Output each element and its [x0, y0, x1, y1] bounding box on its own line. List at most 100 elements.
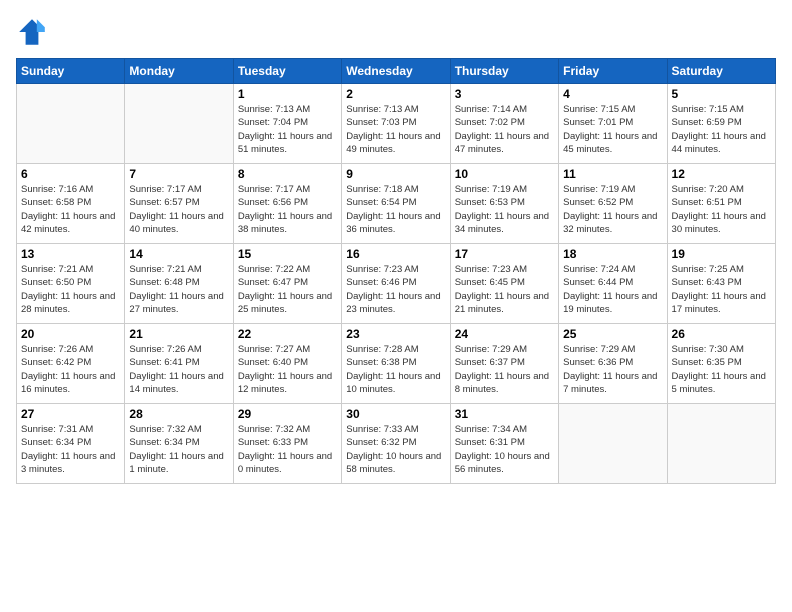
day-info-text: Sunset: 6:37 PM — [455, 356, 554, 369]
day-number: 8 — [238, 167, 337, 181]
logo-icon — [16, 16, 48, 48]
calendar-day-cell: 3Sunrise: 7:14 AMSunset: 7:02 PMDaylight… — [450, 84, 558, 164]
day-info-text: Sunrise: 7:32 AM — [129, 423, 228, 436]
day-info-text: Sunrise: 7:17 AM — [238, 183, 337, 196]
day-info-text: Sunrise: 7:25 AM — [672, 263, 771, 276]
calendar-day-cell: 15Sunrise: 7:22 AMSunset: 6:47 PMDayligh… — [233, 244, 341, 324]
day-info-text: Sunset: 6:38 PM — [346, 356, 445, 369]
day-info-text: Sunset: 6:40 PM — [238, 356, 337, 369]
day-number: 17 — [455, 247, 554, 261]
day-info-text: Sunrise: 7:22 AM — [238, 263, 337, 276]
day-info-text: Sunrise: 7:13 AM — [238, 103, 337, 116]
weekday-header: Wednesday — [342, 59, 450, 84]
day-number: 13 — [21, 247, 120, 261]
day-number: 20 — [21, 327, 120, 341]
calendar-day-cell: 11Sunrise: 7:19 AMSunset: 6:52 PMDayligh… — [559, 164, 667, 244]
day-info-text: Daylight: 11 hours and 1 minute. — [129, 450, 228, 477]
day-number: 27 — [21, 407, 120, 421]
weekday-header: Monday — [125, 59, 233, 84]
day-info-text: Sunrise: 7:21 AM — [129, 263, 228, 276]
day-info-text: Daylight: 11 hours and 19 minutes. — [563, 290, 662, 317]
day-info-text: Sunset: 6:56 PM — [238, 196, 337, 209]
day-info-text: Sunrise: 7:28 AM — [346, 343, 445, 356]
calendar-day-cell: 20Sunrise: 7:26 AMSunset: 6:42 PMDayligh… — [17, 324, 125, 404]
day-info-text: Sunrise: 7:17 AM — [129, 183, 228, 196]
day-number: 24 — [455, 327, 554, 341]
calendar-week-row: 1Sunrise: 7:13 AMSunset: 7:04 PMDaylight… — [17, 84, 776, 164]
calendar-day-cell: 8Sunrise: 7:17 AMSunset: 6:56 PMDaylight… — [233, 164, 341, 244]
day-info-text: Sunset: 6:46 PM — [346, 276, 445, 289]
day-info-text: Daylight: 11 hours and 5 minutes. — [672, 370, 771, 397]
day-info-text: Sunset: 6:33 PM — [238, 436, 337, 449]
calendar-day-cell: 12Sunrise: 7:20 AMSunset: 6:51 PMDayligh… — [667, 164, 775, 244]
calendar-day-cell: 23 Sunrise: 7:28 AMSunset: 6:38 PMDayligh… — [342, 324, 450, 404]
day-info-text: Daylight: 11 hours and 45 minutes. — [563, 130, 662, 157]
day-number: 10 — [455, 167, 554, 181]
calendar-body: 1Sunrise: 7:13 AMSunset: 7:04 PMDaylight… — [17, 84, 776, 484]
day-info-text: Sunrise: 7:32 AM — [238, 423, 337, 436]
day-number: 31 — [455, 407, 554, 421]
day-info-text: Sunset: 6:31 PM — [455, 436, 554, 449]
day-info-text: Daylight: 11 hours and 36 minutes. — [346, 210, 445, 237]
calendar-day-cell — [125, 84, 233, 164]
calendar-day-cell: 30Sunrise: 7:33 AMSunset: 6:32 PMDayligh… — [342, 404, 450, 484]
day-info-text: Sunrise: 7:19 AM — [455, 183, 554, 196]
weekday-header: Friday — [559, 59, 667, 84]
day-info-text: Daylight: 11 hours and 12 minutes. — [238, 370, 337, 397]
day-info-text: Sunset: 6:45 PM — [455, 276, 554, 289]
day-number: 7 — [129, 167, 228, 181]
day-number: 23 — [346, 327, 445, 341]
calendar-week-row: 6Sunrise: 7:16 AMSunset: 6:58 PMDaylight… — [17, 164, 776, 244]
day-info-text: Sunrise: 7:15 AM — [563, 103, 662, 116]
day-info-text: Sunset: 6:48 PM — [129, 276, 228, 289]
day-info-text: Sunset: 6:44 PM — [563, 276, 662, 289]
calendar-day-cell — [559, 404, 667, 484]
calendar-day-cell: 27Sunrise: 7:31 AMSunset: 6:34 PMDayligh… — [17, 404, 125, 484]
day-info-text: Daylight: 11 hours and 28 minutes. — [21, 290, 120, 317]
day-info-text: Daylight: 11 hours and 3 minutes. — [21, 450, 120, 477]
day-info-text: Sunrise: 7:31 AM — [21, 423, 120, 436]
calendar-day-cell: 14Sunrise: 7:21 AMSunset: 6:48 PMDayligh… — [125, 244, 233, 324]
day-info-text: Sunrise: 7:26 AM — [21, 343, 120, 356]
day-info-text: Sunrise: 7:16 AM — [21, 183, 120, 196]
day-info-text: Daylight: 11 hours and 8 minutes. — [455, 370, 554, 397]
calendar-day-cell: 10 Sunrise: 7:19 AMSunset: 6:53 PMDayligh… — [450, 164, 558, 244]
calendar-day-cell: 17 Sunrise: 7:23 AMSunset: 6:45 PMDayligh… — [450, 244, 558, 324]
calendar-week-row: 13Sunrise: 7:21 AMSunset: 6:50 PMDayligh… — [17, 244, 776, 324]
day-info-text: Daylight: 11 hours and 27 minutes. — [129, 290, 228, 317]
day-number: 26 — [672, 327, 771, 341]
day-info-text: Daylight: 11 hours and 17 minutes. — [672, 290, 771, 317]
day-info-text: Sunset: 7:03 PM — [346, 116, 445, 129]
calendar-day-cell: 6Sunrise: 7:16 AMSunset: 6:58 PMDaylight… — [17, 164, 125, 244]
day-number: 18 — [563, 247, 662, 261]
weekday-header: Thursday — [450, 59, 558, 84]
day-info-text: Daylight: 11 hours and 16 minutes. — [21, 370, 120, 397]
day-number: 22 — [238, 327, 337, 341]
calendar-day-cell: 13Sunrise: 7:21 AMSunset: 6:50 PMDayligh… — [17, 244, 125, 324]
calendar-day-cell: 9Sunrise: 7:18 AMSunset: 6:54 PMDaylight… — [342, 164, 450, 244]
day-info-text: Daylight: 11 hours and 34 minutes. — [455, 210, 554, 237]
day-info-text: Daylight: 11 hours and 44 minutes. — [672, 130, 771, 157]
day-info-text: Sunset: 6:52 PM — [563, 196, 662, 209]
day-info-text: Sunset: 6:50 PM — [21, 276, 120, 289]
day-info-text: Daylight: 11 hours and 10 minutes. — [346, 370, 445, 397]
day-info-text: Sunrise: 7:20 AM — [672, 183, 771, 196]
calendar-day-cell: 28Sunrise: 7:32 AMSunset: 6:34 PMDayligh… — [125, 404, 233, 484]
day-number: 9 — [346, 167, 445, 181]
calendar-day-cell: 26Sunrise: 7:30 AMSunset: 6:35 PMDayligh… — [667, 324, 775, 404]
weekday-header: Tuesday — [233, 59, 341, 84]
calendar-day-cell — [17, 84, 125, 164]
day-info-text: Daylight: 11 hours and 51 minutes. — [238, 130, 337, 157]
day-info-text: Sunrise: 7:18 AM — [346, 183, 445, 196]
page-header — [16, 16, 776, 48]
day-info-text: Sunset: 6:59 PM — [672, 116, 771, 129]
day-info-text: Sunset: 6:41 PM — [129, 356, 228, 369]
day-info-text: Sunrise: 7:23 AM — [455, 263, 554, 276]
calendar-day-cell: 21Sunrise: 7:26 AMSunset: 6:41 PMDayligh… — [125, 324, 233, 404]
day-info-text: Daylight: 11 hours and 21 minutes. — [455, 290, 554, 317]
day-info-text: Sunrise: 7:29 AM — [563, 343, 662, 356]
day-info-text: Daylight: 11 hours and 14 minutes. — [129, 370, 228, 397]
day-info-text: Sunset: 6:53 PM — [455, 196, 554, 209]
day-info-text: Sunrise: 7:33 AM — [346, 423, 445, 436]
day-number: 3 — [455, 87, 554, 101]
